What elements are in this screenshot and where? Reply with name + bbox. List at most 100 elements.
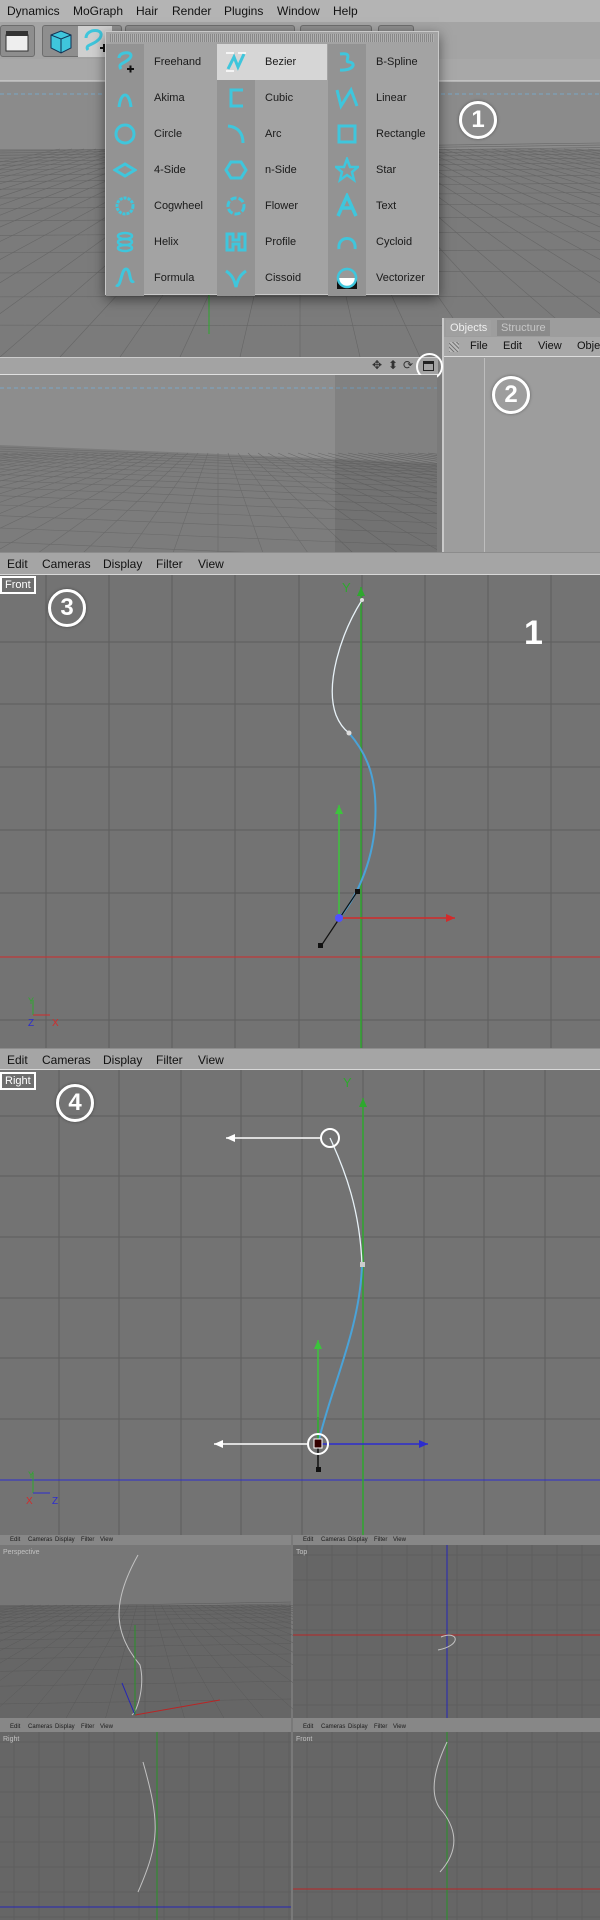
menu-drag-handle[interactable] bbox=[110, 34, 434, 42]
spline-menu-item-linear[interactable]: Linear bbox=[328, 80, 438, 116]
spline-menu-item-label: Arc bbox=[265, 128, 282, 140]
spline-menu-item-cogwheel[interactable]: Cogwheel bbox=[106, 188, 216, 224]
quad-viewport-layout[interactable]: PerspectiveEdit Cameras Display Filter ViewT… bbox=[0, 1535, 600, 1920]
spline-menu-item-label: Rectangle bbox=[376, 128, 426, 140]
helix-icon bbox=[106, 224, 144, 260]
front-viewport-menubar: Edit Cameras Display Filter View bbox=[0, 552, 600, 575]
objects-menu-edit[interactable]: Edit bbox=[503, 340, 522, 352]
viewport-menu-edit[interactable]: Edit bbox=[7, 1053, 28, 1067]
spline-menu-item-freehand[interactable]: Freehand bbox=[106, 44, 216, 80]
spline-menu-item-arc[interactable]: Arc bbox=[217, 116, 327, 152]
tab-objects[interactable]: Objects bbox=[446, 320, 492, 336]
spline-menu-item-helix[interactable]: Helix bbox=[106, 224, 216, 260]
front-viewport[interactable] bbox=[0, 575, 600, 1048]
spline-menu-item-label: Profile bbox=[265, 236, 297, 248]
spline-menu-item-akima[interactable]: Akima bbox=[106, 80, 216, 116]
spline-menu-item-cycloid[interactable]: Cycloid bbox=[328, 224, 438, 260]
spline-menu-item-profile[interactable]: Profile bbox=[217, 224, 327, 260]
menu-plugins[interactable]: Plugins bbox=[224, 4, 263, 18]
viewport-menu-filter[interactable]: Filter bbox=[156, 1053, 183, 1067]
spline-menu-item-b-spline[interactable]: B-Spline bbox=[328, 44, 438, 80]
spline-menu-item-label: Flower bbox=[265, 200, 299, 212]
spline-menu-item-circle[interactable]: Circle bbox=[106, 116, 216, 152]
spline-menu-item-4-side[interactable]: 4-Side bbox=[106, 152, 216, 188]
spline-menu-item-label: Linear bbox=[376, 92, 407, 104]
spline-dropdown-menu: Freehand Akima Circle 4-Side Cogwheel Helix Fo… bbox=[105, 31, 439, 296]
perspective-viewport-2[interactable] bbox=[0, 375, 437, 553]
rotate-view-icon[interactable]: ⟳ bbox=[403, 358, 413, 372]
selected-point bbox=[313, 1438, 323, 1449]
objects-menubar: File Edit View Obje bbox=[444, 337, 600, 357]
handle-point bbox=[355, 889, 360, 894]
spline-menu-item-flower[interactable]: Flower bbox=[217, 188, 327, 224]
spline-point bbox=[360, 598, 364, 602]
spline-menu-item-formula[interactable]: Formula bbox=[106, 260, 216, 296]
mini-axis-y: Y bbox=[28, 996, 35, 1006]
text-icon bbox=[328, 188, 366, 224]
spline-menu-column: B-Spline Linear Rectangle Star Text Cycloid Ve… bbox=[328, 44, 438, 296]
spline-menu-item-cissoid[interactable]: Cissoid bbox=[217, 260, 327, 296]
step-badge-4: 4 bbox=[56, 1084, 94, 1122]
menu-mograph[interactable]: MoGraph bbox=[73, 4, 123, 18]
menu-window[interactable]: Window bbox=[277, 4, 320, 18]
profile-icon bbox=[217, 224, 255, 260]
menu-render[interactable]: Render bbox=[172, 4, 211, 18]
objects-menu-objects[interactable]: Obje bbox=[577, 340, 600, 352]
viewport-menu-filter[interactable]: Filter bbox=[156, 557, 183, 571]
circle-icon bbox=[106, 116, 144, 152]
spline-menu-item-rectangle[interactable]: Rectangle bbox=[328, 116, 438, 152]
n-side-icon bbox=[217, 152, 255, 188]
viewport-menu-cameras[interactable]: Cameras bbox=[42, 557, 91, 571]
menu-help[interactable]: Help bbox=[333, 4, 358, 18]
spline-menu-column: Freehand Akima Circle 4-Side Cogwheel Helix Fo… bbox=[106, 44, 216, 296]
render-settings-button[interactable] bbox=[0, 25, 35, 57]
rectangle-icon bbox=[328, 116, 366, 152]
spline-menu-item-bezier[interactable]: Bezier bbox=[217, 44, 327, 80]
tab-structure[interactable]: Structure bbox=[497, 320, 550, 336]
panel-drag-icon[interactable] bbox=[449, 342, 459, 352]
handle-point bbox=[316, 1467, 321, 1472]
viewport-menu-view[interactable]: View bbox=[198, 1053, 224, 1067]
b-spline-icon bbox=[328, 44, 366, 80]
viewport-menu-display[interactable]: Display bbox=[103, 1053, 142, 1067]
spline-menu-item-label: Formula bbox=[154, 272, 195, 284]
step-number-label: 1 bbox=[524, 614, 543, 652]
zoom-view-icon[interactable]: ⬍ bbox=[388, 358, 398, 372]
objects-menu-file[interactable]: File bbox=[470, 340, 488, 352]
cubic-icon bbox=[217, 80, 255, 116]
cissoid-icon bbox=[217, 260, 255, 296]
viewport-menu-cameras[interactable]: Cameras bbox=[42, 1053, 91, 1067]
4-side-icon bbox=[106, 152, 144, 188]
front-view-label: Front bbox=[0, 576, 36, 594]
dim-overlay bbox=[0, 1535, 600, 1920]
spline-menu-item-label: Cubic bbox=[265, 92, 294, 104]
right-viewport[interactable] bbox=[0, 1070, 600, 1535]
viewport-menu-view[interactable]: View bbox=[198, 557, 224, 571]
star-icon bbox=[328, 152, 366, 188]
spline-menu-item-n-side[interactable]: n-Side bbox=[217, 152, 327, 188]
move-view-icon[interactable]: ✥ bbox=[372, 358, 382, 372]
viewport-menu-edit[interactable]: Edit bbox=[7, 557, 28, 571]
spline-menu-item-label: Text bbox=[376, 200, 397, 212]
right-y-axis-label: Y bbox=[343, 1075, 352, 1090]
spline-menu-item-label: Bezier bbox=[265, 56, 297, 68]
selected-point bbox=[335, 914, 343, 922]
mini-axis-z: Z bbox=[28, 1018, 35, 1029]
menu-hair[interactable]: Hair bbox=[136, 4, 158, 18]
spline-menu-item-cubic[interactable]: Cubic bbox=[217, 80, 327, 116]
spline-menu-item-label: Vectorizer bbox=[376, 272, 425, 284]
menu-dynamics[interactable]: Dynamics bbox=[7, 4, 60, 18]
spline-menu-item-label: n-Side bbox=[265, 164, 297, 176]
spline-menu-item-text[interactable]: Text bbox=[328, 188, 438, 224]
bezier-icon bbox=[217, 44, 255, 80]
spline-menu-item-label: Circle bbox=[154, 128, 183, 140]
handle-point bbox=[318, 943, 323, 948]
akima-icon bbox=[106, 80, 144, 116]
right-viewport-menubar: Edit Cameras Display Filter View bbox=[0, 1048, 600, 1070]
objects-menu-view[interactable]: View bbox=[538, 340, 562, 352]
spline-menu-item-label: B-Spline bbox=[376, 56, 418, 68]
flower-icon bbox=[217, 188, 255, 224]
viewport-menu-display[interactable]: Display bbox=[103, 557, 142, 571]
spline-menu-item-star[interactable]: Star bbox=[328, 152, 438, 188]
spline-menu-item-vectorizer[interactable]: Vectorizer bbox=[328, 260, 438, 296]
